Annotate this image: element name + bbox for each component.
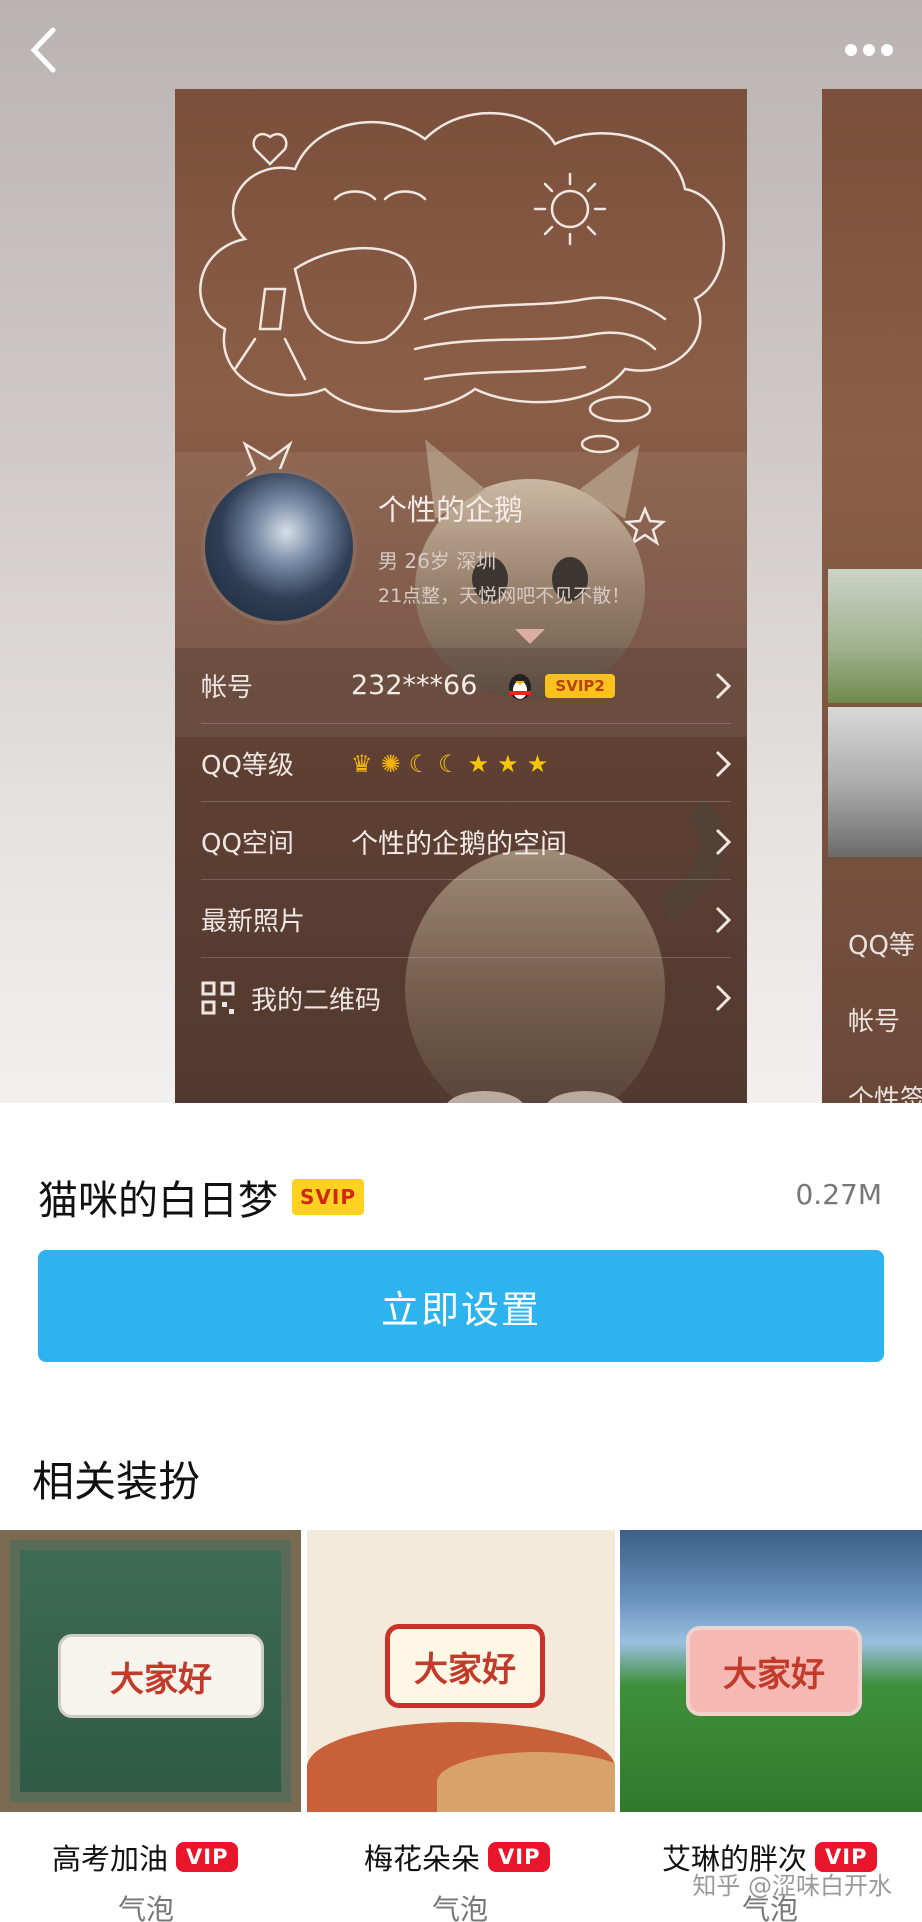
vip-badge: VIP [488, 1842, 551, 1872]
row-account[interactable]: 帐号 232***66 SVIP2 [201, 648, 731, 724]
moon-icon: ☾ [408, 749, 431, 778]
related-item-name: 梅花朵朵 [364, 1842, 481, 1876]
related-item-name: 高考加油 [52, 1842, 169, 1876]
row-label: QQ空间 [201, 829, 294, 859]
row-label: 最新照片 [201, 907, 306, 937]
chevron-right-icon [715, 906, 731, 934]
back-button[interactable] [18, 22, 68, 78]
profile-info-list: 帐号 232***66 SVIP2 QQ等级 ♛ ✺ ☾ ☾ ★ ★ ★ QQ空… [175, 648, 747, 1103]
more-dots-icon [881, 44, 893, 56]
related-item-type: 气泡 [432, 1893, 489, 1922]
svip-level-badge: SVIP2 [545, 673, 615, 698]
theme-preview-card[interactable]: 个性的企鹅 男 26岁 深圳 21点整，天悦网吧不见不散！ 帐号 232***6… [175, 89, 747, 1103]
row-value: 232***66 [351, 670, 478, 701]
star-icon: ★ [497, 749, 519, 778]
crown-icon: ♛ [351, 749, 373, 778]
chevron-right-icon [715, 750, 731, 778]
row-label: 我的二维码 [251, 985, 382, 1016]
row-my-qrcode[interactable]: 我的二维码 [201, 960, 731, 1036]
related-item-label[interactable]: 梅花朵朵 VIP [364, 1836, 551, 1878]
related-item-meihua-duoduo[interactable]: 大家好 [307, 1530, 615, 1812]
bubble-preview: 大家好 [385, 1624, 545, 1708]
bubble-preview: 大家好 [686, 1626, 862, 1716]
watermark: 知乎 @涩味白开水 [692, 1872, 892, 1900]
more-dots-icon [863, 44, 875, 56]
theme-preview-area[interactable]: 个性的企鹅 男 26岁 深圳 21点整，天悦网吧不见不散！ 帐号 232***6… [0, 0, 922, 1103]
chevron-right-icon [715, 984, 731, 1012]
side-photo [828, 707, 922, 857]
side-row-label: QQ等 [848, 931, 915, 961]
theme-title: 猫咪的白日梦 [38, 1178, 278, 1224]
side-row-label: 个性签 [848, 1085, 922, 1103]
row-label: QQ等级 [201, 751, 294, 781]
star-icon: ★ [467, 749, 490, 778]
svip-badge: SVIP [292, 1179, 364, 1215]
profile-nickname: 个性的企鹅 [378, 493, 524, 527]
chevron-right-icon [715, 828, 731, 856]
apply-theme-button[interactable]: 立即设置 [38, 1250, 884, 1362]
profile-meta: 男 26岁 深圳 [378, 549, 497, 573]
row-qq-level[interactable]: QQ等级 ♛ ✺ ☾ ☾ ★ ★ ★ [201, 726, 731, 802]
avatar[interactable] [201, 469, 357, 625]
qq-level-icons: ♛ ✺ ☾ ☾ ★ ★ ★ [351, 750, 548, 778]
related-item-ailin-pangci[interactable]: 大家好 [620, 1530, 922, 1812]
row-label: 帐号 [201, 673, 254, 703]
moon-icon: ☾ [438, 749, 460, 778]
profile-signature: 21点整，天悦网吧不见不散！ [378, 585, 631, 607]
side-row-label: 帐号 [848, 1007, 901, 1037]
chevron-left-icon [30, 27, 56, 73]
row-latest-photos[interactable]: 最新照片 [201, 882, 731, 958]
related-item-label[interactable]: 高考加油 VIP [52, 1836, 239, 1878]
vip-badge: VIP [176, 1842, 239, 1872]
chevron-right-icon [715, 672, 731, 700]
row-value: 个性的企鹅的空间 [351, 829, 567, 860]
more-button[interactable] [836, 30, 902, 70]
qq-penguin-icon [509, 673, 532, 700]
sun-icon: ✺ [380, 749, 401, 778]
decoration-hill [437, 1752, 615, 1812]
theme-title-row: 猫咪的白日梦 SVIP [38, 1168, 364, 1226]
side-photo [828, 569, 922, 703]
bubble-preview: 大家好 [58, 1634, 264, 1718]
theme-file-size: 0.27M [795, 1178, 882, 1211]
qrcode-icon [201, 981, 235, 1015]
next-theme-preview-card[interactable]: QQ等 帐号 个性签 [822, 89, 922, 1103]
more-dots-icon [845, 44, 857, 56]
related-section-title: 相关装扮 [32, 1457, 201, 1506]
related-item-gaokao-jiayou[interactable]: 大家好 [0, 1530, 301, 1812]
related-item-type: 气泡 [118, 1893, 175, 1922]
star-icon: ★ [526, 749, 549, 778]
row-qzone[interactable]: QQ空间 个性的企鹅的空间 [201, 804, 731, 880]
